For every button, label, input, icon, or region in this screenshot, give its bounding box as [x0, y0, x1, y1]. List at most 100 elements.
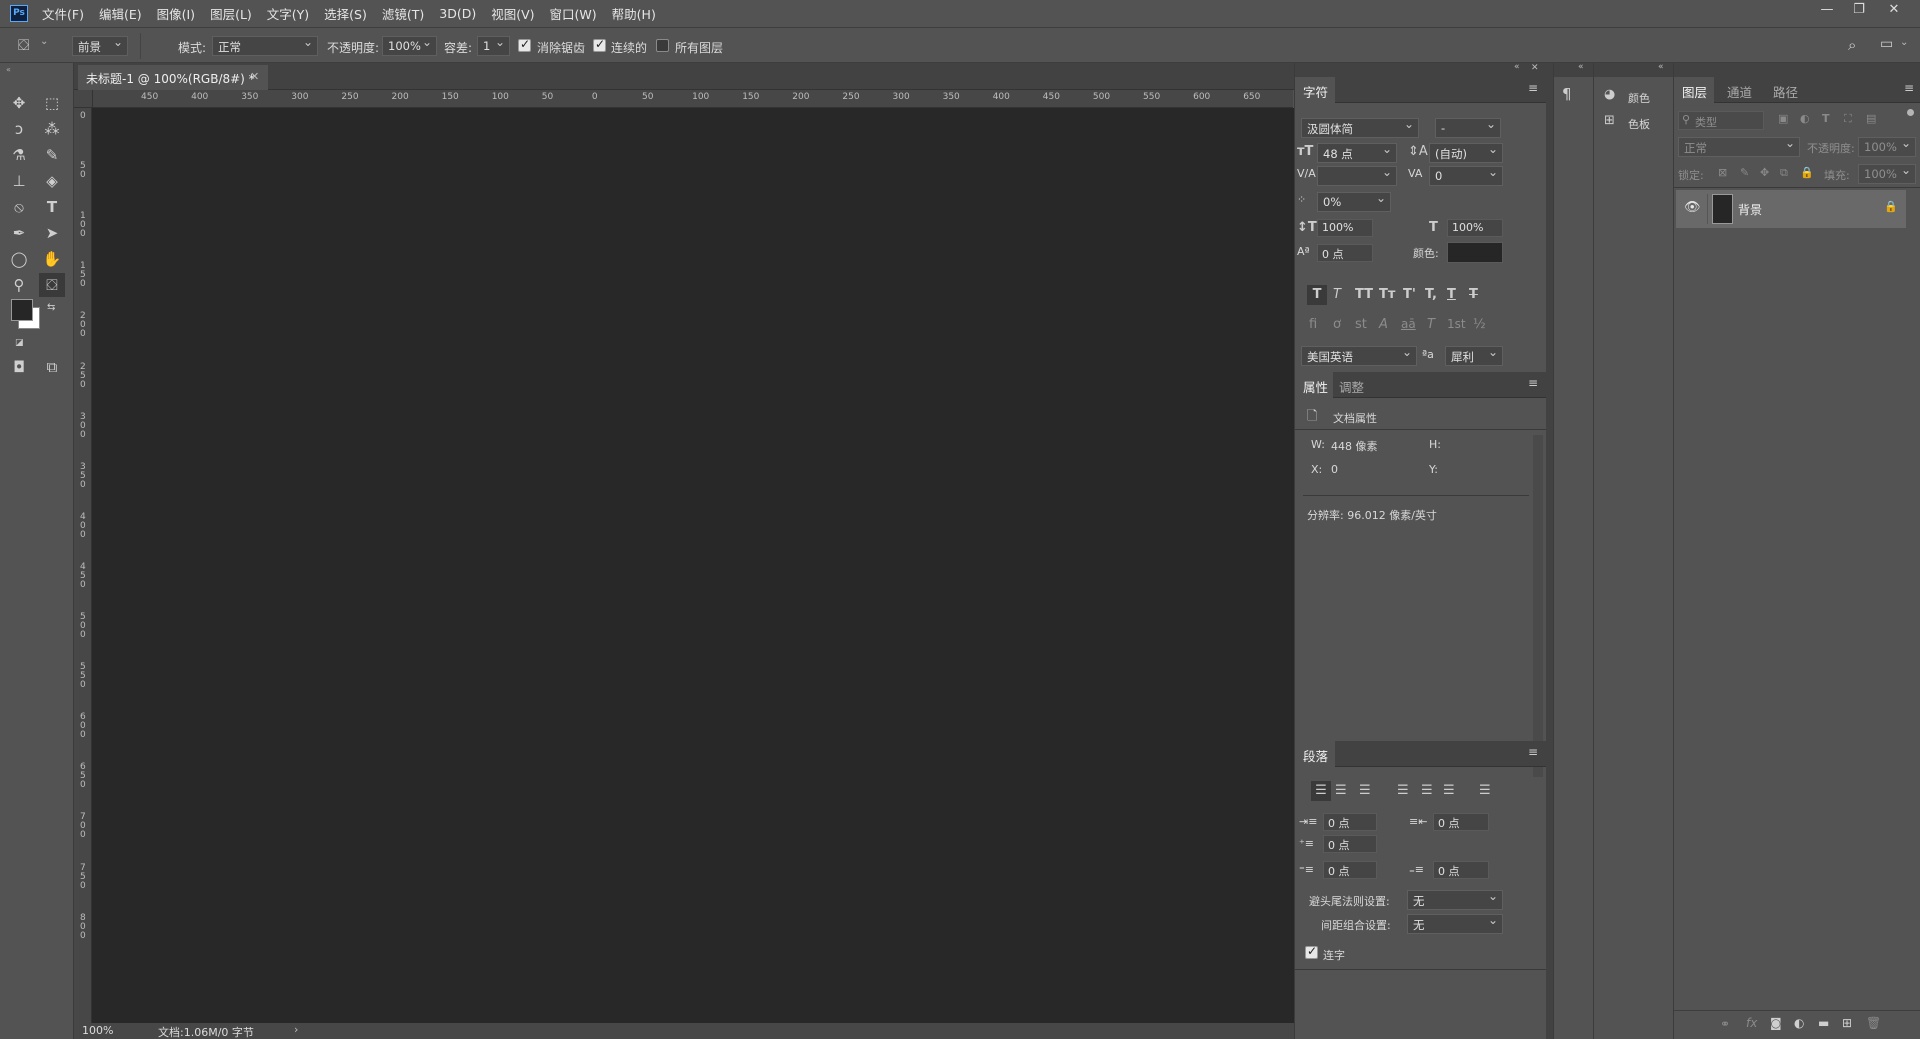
lock-position-icon[interactable]: ✥ — [1760, 166, 1769, 179]
layer-visibility-eye-icon[interactable]: 👁 — [1684, 200, 1701, 215]
tab-properties[interactable]: 属性 — [1295, 372, 1333, 398]
eraser-tool-icon[interactable]: ◈ — [39, 169, 65, 193]
close-document-icon[interactable]: ✕ — [250, 70, 259, 83]
layer-row[interactable]: 👁 背景 🔒 — [1676, 190, 1906, 228]
quick-mask-icon[interactable]: ◘ — [6, 355, 32, 379]
zoom-tool-icon[interactable]: ⚲ — [6, 273, 32, 297]
menu-3d[interactable]: 3D(D) — [439, 6, 476, 21]
kinsoku-select[interactable]: 无 — [1407, 889, 1503, 910]
filter-smartobject-icon[interactable]: ▤ — [1866, 112, 1876, 125]
collapse-toolbox-icon[interactable]: « — [6, 65, 11, 74]
close-icon[interactable]: ✕ — [1880, 2, 1908, 20]
opacity-input[interactable]: 100% — [382, 35, 437, 56]
path-select-tool-icon[interactable]: ➤ — [39, 221, 65, 245]
menu-file[interactable]: 文件(F) — [42, 4, 84, 23]
blend-mode-select[interactable]: 正常 — [1678, 136, 1800, 157]
hand-tool-icon[interactable]: ✋ — [39, 247, 65, 271]
add-mask-icon[interactable]: ◙ — [1770, 1016, 1782, 1030]
justify-center-icon[interactable]: ☰ — [1421, 783, 1433, 798]
faux-italic-button[interactable]: T — [1333, 287, 1341, 302]
tracking-input[interactable]: 0 — [1429, 165, 1503, 186]
screen-mode-icon[interactable]: ⧉ — [39, 355, 65, 379]
menu-view[interactable]: 视图(V) — [491, 4, 534, 23]
align-center-icon[interactable]: ☰ — [1335, 783, 1347, 798]
character-styles-icon[interactable]: ¶ — [1562, 85, 1572, 103]
space-before-input[interactable]: 0 点 — [1323, 861, 1377, 879]
layers-menu-icon[interactable]: ≡ — [1904, 81, 1914, 95]
expand-dock-icon[interactable]: « — [1578, 62, 1584, 72]
align-right-icon[interactable]: ☰ — [1359, 783, 1371, 798]
new-layer-icon[interactable]: ⊞ — [1842, 1016, 1852, 1030]
justify-right-icon[interactable]: ☰ — [1443, 783, 1455, 798]
tab-character[interactable]: 字符 — [1295, 77, 1335, 103]
move-tool-icon[interactable]: ✥ — [6, 91, 32, 115]
lock-transparent-icon[interactable]: ⊠ — [1718, 166, 1727, 179]
tool-preset-chevron-icon[interactable]: ⌄ — [40, 36, 48, 47]
menu-help[interactable]: 帮助(H) — [612, 4, 656, 23]
lasso-tool-icon[interactable]: ↄ — [6, 117, 32, 141]
magic-wand-tool-icon[interactable]: ⁂ — [39, 117, 65, 141]
fill-source-select[interactable]: 前景 — [72, 35, 128, 56]
font-size-input[interactable]: 48 点 — [1317, 142, 1397, 163]
space-after-input[interactable]: 0 点 — [1433, 861, 1489, 879]
tab-paragraph[interactable]: 段落 — [1295, 741, 1335, 767]
lock-all-icon[interactable]: 🔒 — [1800, 166, 1814, 179]
new-adjustment-layer-icon[interactable]: ◐ — [1794, 1016, 1804, 1030]
workspace-chevron-icon[interactable]: ⌄ — [1900, 37, 1908, 48]
workspace-icon[interactable]: ▭ — [1880, 36, 1893, 52]
tsume-input[interactable]: 0% — [1317, 191, 1391, 212]
ordinal-st-button[interactable]: 1st — [1447, 317, 1466, 331]
leading-input[interactable]: (自动) — [1429, 142, 1503, 163]
layer-style-fx-icon[interactable]: fx — [1746, 1016, 1757, 1030]
dodge-tool-icon[interactable]: ⦸ — [6, 195, 32, 219]
link-layers-icon[interactable]: ⚭ — [1720, 1017, 1730, 1031]
menu-filter[interactable]: 滤镜(T) — [382, 4, 424, 23]
stamp-tool-icon[interactable]: ⊥ — [6, 169, 32, 193]
text-color-swatch[interactable] — [1447, 242, 1503, 263]
type-tool-icon[interactable]: T — [39, 195, 65, 219]
ellipse-tool-icon[interactable]: ◯ — [6, 247, 32, 271]
align-left-icon[interactable]: ☰ — [1311, 781, 1331, 801]
ruler-origin[interactable] — [74, 90, 93, 108]
hyphenate-checkbox[interactable] — [1305, 944, 1318, 959]
contiguous-checkbox[interactable] — [593, 37, 606, 52]
menu-edit[interactable]: 编辑(E) — [99, 4, 142, 23]
swap-colors-icon[interactable]: ⇆ — [47, 302, 55, 313]
justify-left-icon[interactable]: ☰ — [1397, 783, 1409, 798]
zoom-level[interactable]: 100% — [82, 1024, 113, 1037]
language-select[interactable]: 美国英语 — [1301, 345, 1417, 366]
kerning-input[interactable] — [1317, 165, 1397, 186]
canvas[interactable] — [92, 108, 1294, 1023]
antialias-checkbox[interactable] — [518, 37, 531, 52]
layer-name[interactable]: 背景 — [1738, 201, 1762, 218]
mojikumi-select[interactable]: 无 — [1407, 913, 1503, 934]
menu-image[interactable]: 图像(I) — [157, 4, 195, 23]
ordinals-button[interactable]: T — [1427, 317, 1435, 332]
collapse-mini-dock-icon[interactable]: « — [1658, 62, 1664, 72]
mode-select[interactable]: 正常 — [212, 35, 318, 56]
properties-scrollbar[interactable] — [1533, 435, 1543, 777]
lock-pixels-icon[interactable]: ✎ — [1740, 166, 1749, 179]
superscript-button[interactable]: T' — [1403, 287, 1416, 302]
properties-menu-icon[interactable]: ≡ — [1528, 376, 1538, 390]
minimize-icon[interactable]: — — [1813, 2, 1841, 20]
layer-opacity-input[interactable]: 100% — [1858, 136, 1916, 157]
all-caps-button[interactable]: TT — [1355, 287, 1373, 302]
search-icon[interactable]: ⌕ — [1848, 36, 1856, 54]
delete-layer-icon[interactable]: 🗑 — [1866, 1016, 1881, 1030]
paint-bucket-tool-icon[interactable]: ⛋ — [39, 273, 65, 297]
tolerance-input[interactable]: 1 — [477, 35, 510, 56]
paint-bucket-icon[interactable]: ⛋ — [18, 36, 29, 54]
underline-button[interactable]: T — [1447, 287, 1456, 302]
tab-paths[interactable]: 路径 — [1773, 77, 1809, 103]
collapse-panels-icon[interactable]: « — [1514, 62, 1520, 72]
faux-bold-button[interactable]: T — [1307, 285, 1327, 305]
tab-channels[interactable]: 通道 — [1727, 77, 1763, 103]
close-panels-icon[interactable]: ✕ — [1531, 63, 1539, 73]
titling-alternates-button[interactable]: aā — [1401, 317, 1416, 331]
menu-layer[interactable]: 图层(L) — [210, 4, 252, 23]
status-menu-arrow-icon[interactable]: › — [294, 1023, 298, 1036]
marquee-tool-icon[interactable]: ⬚ — [39, 91, 65, 115]
baseline-shift-input[interactable]: 0 点 — [1317, 244, 1373, 262]
eyedropper-tool-icon[interactable]: ⚗ — [6, 143, 32, 167]
